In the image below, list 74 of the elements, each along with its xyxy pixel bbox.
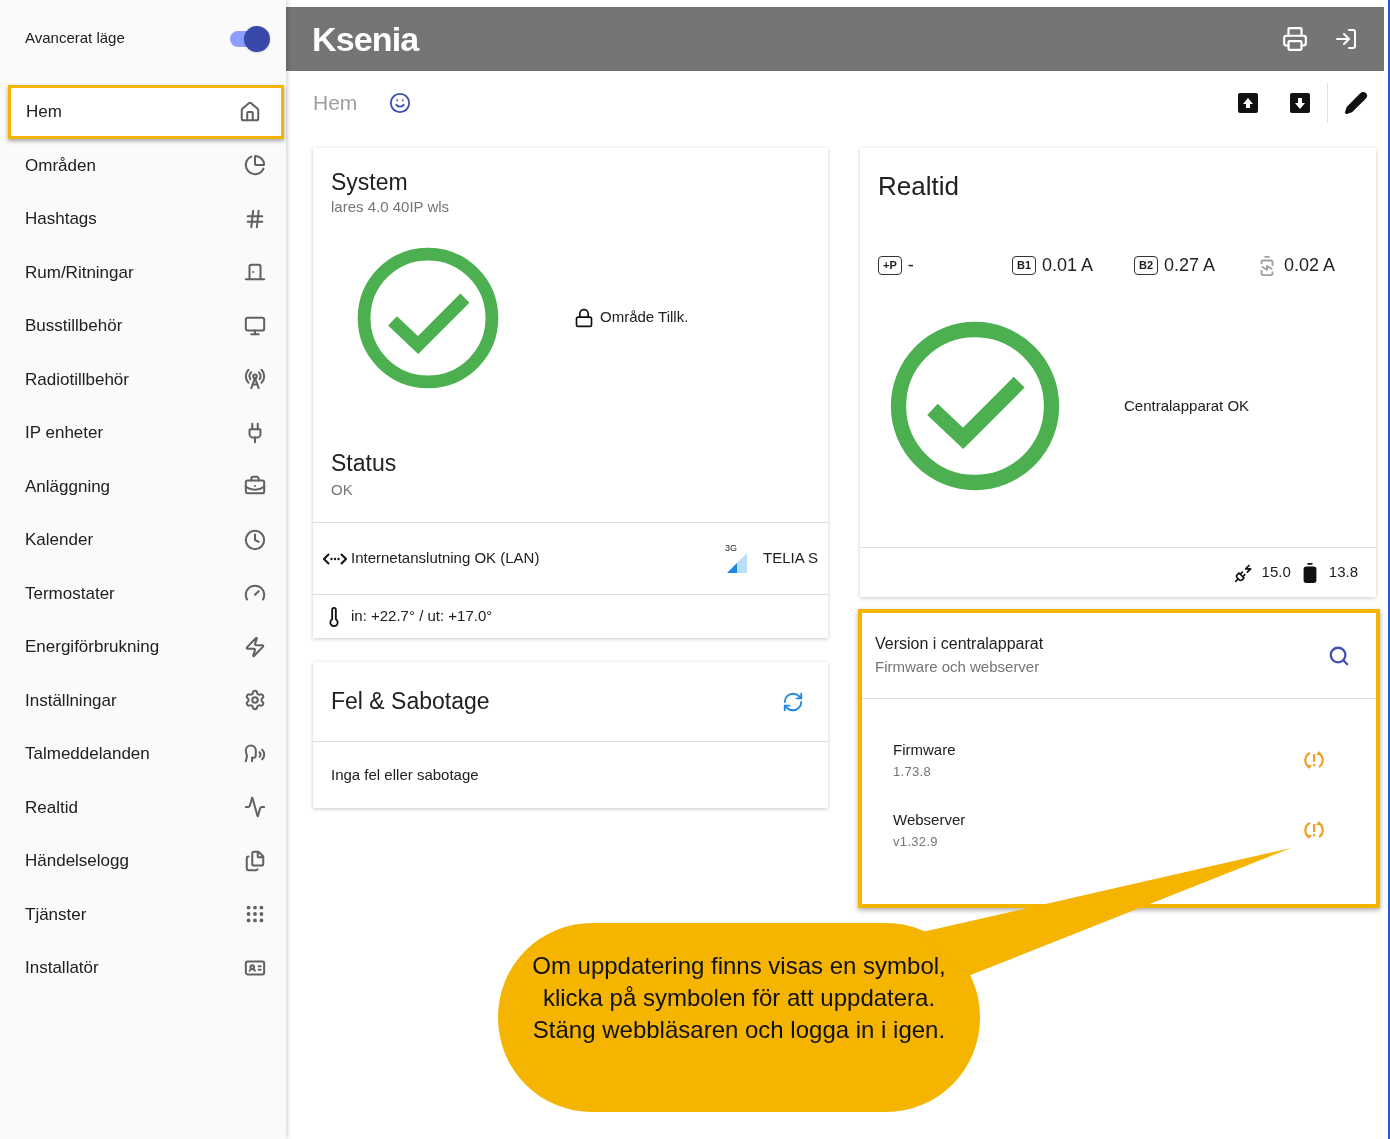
temperature-reading: in: +22.7° / ut: +17.0° bbox=[351, 606, 493, 627]
settings-icon bbox=[244, 689, 266, 712]
sidebar-item[interactable]: Busstillbehör bbox=[0, 299, 286, 353]
reading-badge: +P bbox=[878, 256, 902, 275]
card-title: System bbox=[331, 168, 409, 196]
version-item-name: Firmware bbox=[893, 740, 956, 760]
check-circle-icon bbox=[890, 321, 1060, 491]
search-icon[interactable] bbox=[1328, 644, 1350, 667]
advanced-mode-toggle[interactable] bbox=[228, 25, 270, 52]
reading-value: 0.01 A bbox=[1042, 254, 1094, 277]
sidebar-item[interactable]: Kalender bbox=[0, 513, 286, 567]
reading-value: 0.27 A bbox=[1164, 254, 1216, 277]
version-item-name: Webserver bbox=[893, 810, 966, 830]
card-title: Fel & Sabotage bbox=[331, 687, 490, 717]
sidebar-item[interactable]: Talmeddelanden bbox=[0, 727, 286, 781]
internet-status: Internetanslutning OK (LAN) bbox=[351, 548, 540, 569]
connection-icon bbox=[323, 551, 347, 566]
sidebar-item[interactable]: Realtid bbox=[0, 780, 286, 834]
sidebar-item[interactable]: Hem bbox=[8, 85, 284, 139]
page-title: Hem bbox=[313, 90, 358, 117]
exit-icon[interactable] bbox=[1334, 27, 1358, 51]
card-subtitle: Firmware och webserver bbox=[875, 657, 1041, 678]
network-type: 3G bbox=[724, 544, 737, 553]
pie-chart-icon bbox=[244, 154, 266, 177]
sidebar-item[interactable]: Inställningar bbox=[0, 673, 286, 727]
sidebar-item[interactable]: Anläggning bbox=[0, 459, 286, 513]
speaking-person-icon bbox=[244, 742, 266, 765]
sidebar-item[interactable]: Hashtags bbox=[0, 192, 286, 246]
hash-icon bbox=[244, 207, 266, 230]
archive-down-icon[interactable] bbox=[1289, 92, 1311, 114]
monitor-icon bbox=[244, 314, 266, 337]
card-subtitle: lares 4.0 40IP wls bbox=[331, 197, 451, 217]
version-number: v1.32.9 bbox=[893, 832, 939, 851]
status-label: Status bbox=[331, 448, 398, 477]
edit-icon[interactable] bbox=[1344, 91, 1368, 115]
documents-icon bbox=[244, 849, 266, 872]
reading-value: - bbox=[907, 254, 914, 277]
area-status: Område Tillk. bbox=[600, 307, 689, 328]
sidebar-item[interactable]: Områden bbox=[0, 138, 286, 192]
sidebar-item[interactable]: Tjänster bbox=[0, 887, 286, 941]
sidebar-item[interactable]: Radiotillbehör bbox=[0, 352, 286, 406]
house-icon bbox=[239, 100, 261, 123]
panel-status: Centralapparat OK bbox=[1124, 395, 1250, 416]
card-title: Version i centralapparat bbox=[875, 634, 1044, 655]
faults-message: Inga fel eller sabotage bbox=[331, 764, 479, 785]
sidebar-item[interactable]: Energiförbrukning bbox=[0, 620, 286, 674]
callout-text: Om uppdatering finns visas en symbol, klicka på symbolen för att uppdatera. Stäng webbläsaren och logga in i igen. bbox=[531, 951, 947, 1045]
version-number: 1.73.8 bbox=[893, 762, 933, 781]
radio-tower-icon bbox=[244, 368, 266, 391]
print-icon[interactable] bbox=[1282, 26, 1308, 52]
power-plug-icon bbox=[1233, 562, 1254, 583]
advanced-mode-label: Avancerat läge bbox=[25, 28, 125, 49]
refresh-icon[interactable] bbox=[782, 690, 804, 713]
reading-badge: B2 bbox=[1134, 256, 1159, 275]
sidebar-item[interactable]: Rum/Ritningar bbox=[0, 245, 286, 299]
sidebar-item[interactable]: Installatör bbox=[0, 941, 286, 995]
clock-icon bbox=[244, 528, 266, 551]
status-value: OK bbox=[331, 479, 354, 500]
smiley-icon[interactable] bbox=[389, 92, 412, 114]
power-supply-voltage: 15.0 bbox=[1261, 562, 1291, 583]
battery-voltage: 13.8 bbox=[1328, 562, 1358, 583]
lock-icon bbox=[574, 307, 594, 328]
pulse-icon bbox=[244, 796, 266, 819]
sidebar-item[interactable]: Händelselogg bbox=[0, 834, 286, 888]
archive-up-icon[interactable] bbox=[1237, 92, 1259, 114]
lightning-icon bbox=[244, 635, 266, 658]
sidebar-item[interactable]: IP enheter bbox=[0, 406, 286, 460]
card-title: Realtid bbox=[878, 170, 960, 202]
sidebar-item[interactable]: Termostater bbox=[0, 566, 286, 620]
logo: Ksenia bbox=[312, 22, 419, 56]
reading-badge: B1 bbox=[1012, 256, 1037, 275]
reading-value: 0.02 A bbox=[1284, 254, 1336, 277]
operator-name: TELIA S bbox=[762, 548, 818, 569]
check-circle-icon bbox=[357, 246, 499, 389]
